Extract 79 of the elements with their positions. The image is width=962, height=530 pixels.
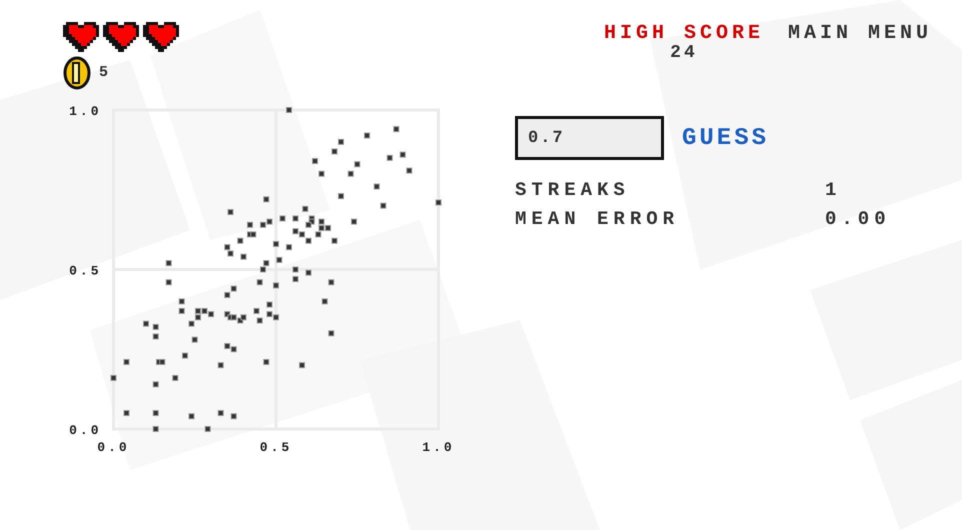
axis-label: 1.0 xyxy=(422,440,455,455)
data-point xyxy=(348,170,354,177)
data-point xyxy=(228,209,234,216)
data-point xyxy=(338,138,344,145)
data-point xyxy=(204,426,211,432)
data-point xyxy=(230,413,237,420)
data-point xyxy=(354,161,360,168)
data-point xyxy=(312,158,318,164)
data-point xyxy=(188,413,194,420)
axis-label: 0.0 xyxy=(97,440,130,455)
data-point xyxy=(328,330,334,336)
data-point xyxy=(178,298,185,304)
data-point xyxy=(152,334,159,340)
data-point xyxy=(292,215,298,222)
data-point xyxy=(292,266,298,272)
coin-count: 5 xyxy=(99,62,110,83)
axis-label: 1.0 xyxy=(69,104,102,119)
data-point xyxy=(143,320,149,327)
data-point xyxy=(322,298,328,304)
data-point xyxy=(393,126,400,132)
data-point xyxy=(292,276,298,282)
data-point xyxy=(218,362,224,368)
stat-label: MEAN ERROR xyxy=(515,206,680,232)
stat-value: 1 xyxy=(825,178,842,203)
data-point xyxy=(302,206,308,212)
data-point xyxy=(286,107,292,113)
data-point xyxy=(328,279,334,286)
data-point xyxy=(110,374,116,381)
data-point xyxy=(273,240,279,247)
data-point xyxy=(178,308,185,314)
data-point xyxy=(364,132,370,139)
stat-label: STREAKS xyxy=(515,178,631,203)
data-point xyxy=(218,410,224,416)
data-point xyxy=(256,279,263,286)
data-point xyxy=(256,318,263,324)
data-point xyxy=(332,238,338,244)
data-point xyxy=(374,184,380,190)
axis-label: 0.5 xyxy=(260,440,292,455)
data-point xyxy=(280,215,286,222)
data-point xyxy=(299,362,305,368)
data-point xyxy=(247,222,253,228)
data-point xyxy=(338,193,344,200)
data-point xyxy=(166,260,172,266)
high-score-value: 24 xyxy=(670,44,698,62)
data-point xyxy=(263,359,270,365)
coin-icon xyxy=(63,56,91,90)
guess-button[interactable]: GUESS xyxy=(680,124,772,152)
data-point xyxy=(351,218,357,225)
data-point xyxy=(400,152,406,158)
data-point xyxy=(172,374,178,381)
data-point xyxy=(332,148,338,154)
data-point xyxy=(192,336,198,343)
data-point xyxy=(266,302,272,308)
guess-input[interactable]: 0.7 xyxy=(515,116,664,160)
high-score-label: HIGH SCORE xyxy=(604,24,764,44)
data-point xyxy=(276,256,282,263)
data-point xyxy=(436,200,442,206)
data-point xyxy=(152,410,159,416)
data-point xyxy=(263,196,270,202)
data-point xyxy=(237,238,244,244)
stat-value: 0.00 xyxy=(825,206,891,232)
data-point xyxy=(386,154,393,161)
data-point xyxy=(406,168,412,174)
data-point xyxy=(254,308,260,314)
main-menu-link[interactable]: MAIN MENU xyxy=(788,24,932,62)
data-point xyxy=(318,170,324,177)
data-point xyxy=(306,270,312,276)
data-point xyxy=(124,410,130,416)
axis-label: 0.0 xyxy=(69,423,102,438)
data-point xyxy=(286,244,292,250)
data-point xyxy=(152,381,159,388)
data-point xyxy=(166,279,172,286)
data-point xyxy=(152,324,159,330)
data-point xyxy=(380,202,386,209)
data-point xyxy=(182,352,188,359)
data-point xyxy=(124,359,130,365)
axis-label: 0.5 xyxy=(69,264,102,278)
data-point xyxy=(240,254,246,260)
data-point xyxy=(152,426,159,432)
